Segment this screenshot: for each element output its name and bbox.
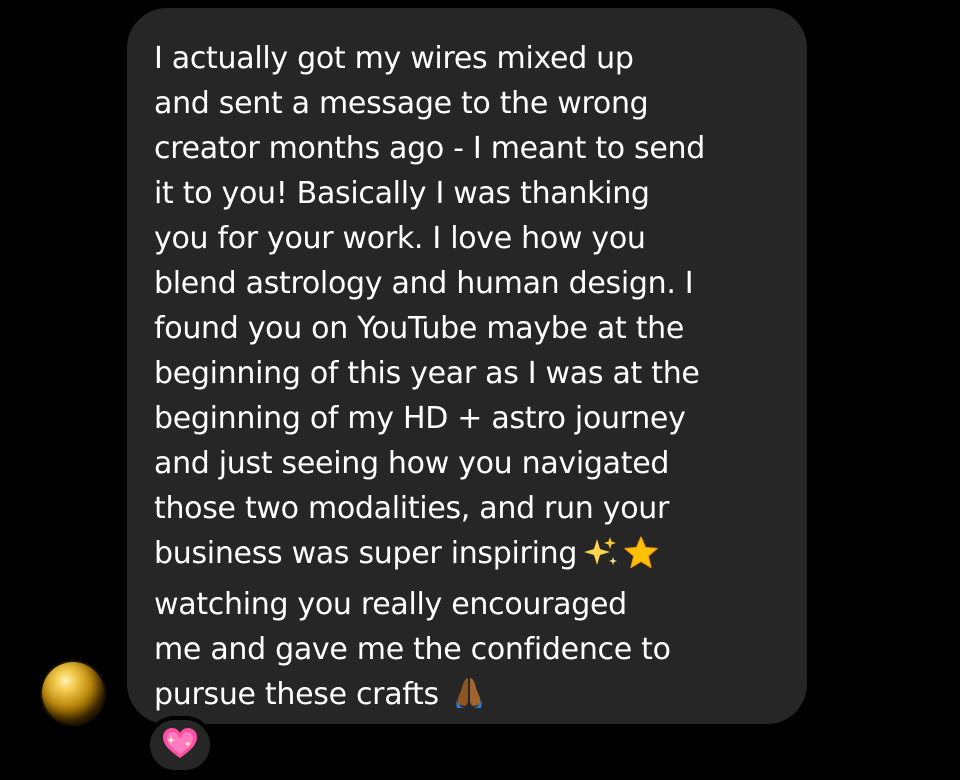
message-line-with-emoji: pursue these crafts — [154, 672, 787, 723]
sparkling-heart-icon — [161, 726, 199, 764]
message-line: watching you really encouraged — [154, 587, 627, 622]
message-line: beginning of this year as I was at the — [154, 356, 700, 391]
message-line: pursue these crafts — [154, 677, 439, 712]
message-line: those two modalities, and run your — [154, 491, 670, 526]
message-line: it to you! Basically I was thanking — [154, 176, 650, 211]
message-line: found you on YouTube maybe at the — [154, 311, 685, 346]
reaction-badge[interactable] — [146, 716, 214, 774]
message-line: business was super inspiring — [154, 536, 578, 571]
message-line: I actually got my wires mixed up — [154, 41, 634, 76]
message-line: blend astrology and human design. I — [154, 266, 694, 301]
message-line: me and gave me the confidence to — [154, 632, 671, 667]
message-line: you for your work. I love how you — [154, 221, 646, 256]
message-text: I actually got my wires mixed up and sen… — [154, 36, 787, 723]
message-line: beginning of my HD + astro journey — [154, 401, 686, 436]
message-line: and sent a message to the wrong — [154, 86, 649, 121]
folded-hands-emoji — [451, 674, 487, 723]
avatar[interactable] — [42, 662, 104, 724]
message-line-with-emoji: business was super inspiring — [154, 531, 787, 582]
message-line: creator months ago - I meant to send — [154, 131, 705, 166]
message-bubble[interactable]: I actually got my wires mixed up and sen… — [127, 8, 807, 724]
star-emoji — [623, 535, 659, 582]
message-line: and just seeing how you navigated — [154, 446, 670, 481]
sparkles-emoji — [583, 535, 621, 582]
